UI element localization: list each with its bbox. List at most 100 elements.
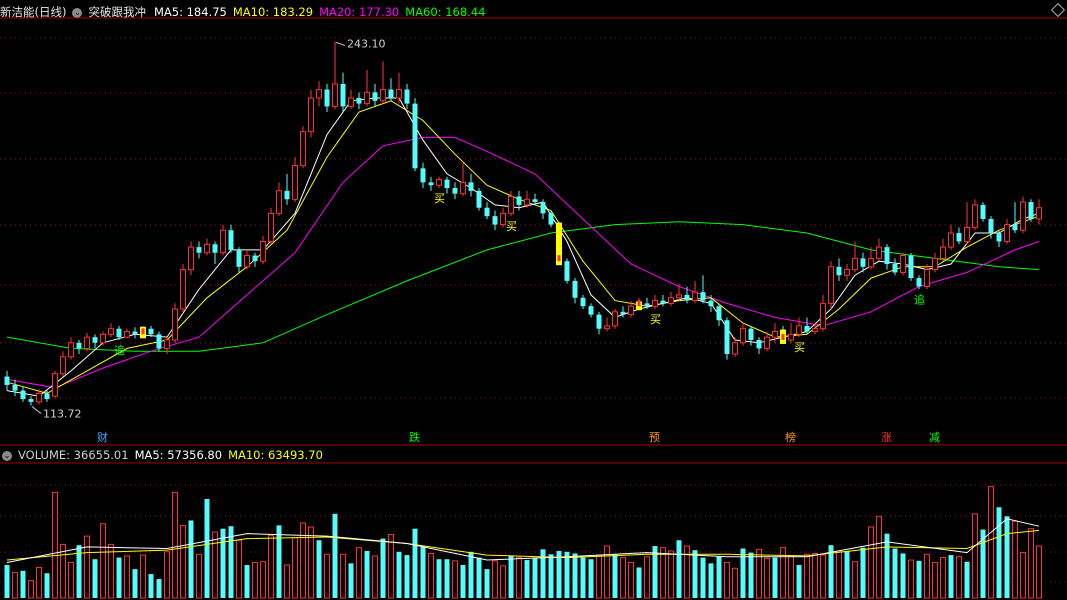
- candle: [276, 182, 282, 217]
- volume-bar: [52, 491, 58, 599]
- volume-bar: [764, 557, 770, 599]
- volume-bar: [516, 557, 522, 599]
- volume-bar: [116, 557, 122, 598]
- volume-bar: [980, 529, 986, 598]
- volume-bar: [92, 559, 98, 598]
- candle: [380, 61, 386, 104]
- candle: [52, 370, 58, 398]
- volume-bar: [444, 559, 450, 598]
- candle: [260, 235, 266, 264]
- candle: [884, 244, 890, 270]
- signal-annotation: 买: [650, 313, 661, 326]
- volume-bar: [996, 507, 1002, 598]
- volume-bar: [252, 562, 258, 599]
- candle: [620, 306, 626, 318]
- candle: [212, 241, 218, 264]
- volume-bar: [932, 562, 938, 599]
- candle: [316, 81, 322, 107]
- volume-bar: [468, 551, 474, 598]
- candle: [580, 294, 586, 310]
- candle: [788, 323, 794, 343]
- signal-dot: [141, 328, 145, 335]
- volume-bar: [188, 520, 194, 598]
- high-pointer: [335, 41, 346, 46]
- candle: [188, 241, 194, 276]
- candle: [1012, 202, 1018, 234]
- volume-bar: [676, 540, 682, 598]
- candle: [956, 227, 962, 245]
- volume-bar: [572, 553, 578, 598]
- candle: [540, 199, 546, 219]
- volume-bar: [588, 559, 594, 598]
- candle: [428, 176, 434, 191]
- low-pointer: [31, 406, 42, 414]
- candle: [12, 379, 18, 397]
- candle: [572, 278, 578, 304]
- volume-bar: [4, 565, 10, 598]
- candle: [972, 199, 978, 231]
- candle: [364, 69, 370, 107]
- candle: [332, 41, 338, 110]
- volume-bar: [644, 556, 650, 599]
- volume-bar: [124, 555, 130, 599]
- candle: [900, 252, 906, 276]
- volume-bar: [964, 561, 970, 598]
- volume-bar: [172, 491, 178, 599]
- signal-annotation: 买: [434, 192, 445, 205]
- volume-bar: [612, 554, 618, 598]
- volume-bar: [460, 565, 466, 598]
- candle: [460, 162, 466, 197]
- volume-bar: [580, 557, 586, 598]
- candle: [284, 173, 290, 205]
- volume-bar: [156, 579, 162, 598]
- candle: [244, 249, 250, 270]
- volume-bar: [924, 553, 930, 599]
- candle: [28, 396, 34, 406]
- volume-bar: [412, 528, 418, 598]
- kline-chart[interactable]: 243.10113.72追买买买买追财跌预榜涨减: [0, 0, 1067, 600]
- event-marker: 减: [929, 431, 940, 444]
- volume-bar: [12, 571, 18, 599]
- volume-bar: [748, 552, 754, 598]
- volume-bar: [196, 553, 202, 599]
- volume-bar: [212, 531, 218, 599]
- candle: [716, 303, 722, 326]
- volume-bar: [556, 550, 562, 598]
- volume-bar: [740, 548, 746, 598]
- candle: [796, 317, 802, 338]
- volume-bar: [988, 486, 994, 599]
- signal-annotation: 追: [914, 292, 925, 306]
- volume-bar: [636, 567, 642, 598]
- ma20-line: [6, 136, 1040, 389]
- volume-bar: [852, 561, 858, 599]
- candle: [660, 294, 666, 307]
- signal-annotation: 买: [794, 341, 805, 354]
- volume-bar: [340, 553, 346, 599]
- volume-bar: [700, 557, 706, 598]
- volume-bar: [484, 569, 490, 598]
- volume-bar: [68, 562, 74, 599]
- signal-dot: [557, 255, 561, 262]
- volume-bar: [164, 551, 170, 599]
- volume-bar: [324, 553, 330, 599]
- volume-bar: [236, 539, 242, 599]
- signal-dot: [781, 333, 785, 340]
- volume-bar: [148, 574, 154, 598]
- candle: [836, 258, 842, 281]
- event-marker: 财: [97, 430, 108, 444]
- volume-bar: [836, 550, 842, 599]
- volume-bar: [908, 559, 914, 599]
- volume-bar: [500, 565, 506, 599]
- volume-bar: [260, 561, 266, 599]
- candle: [652, 294, 658, 310]
- candle: [68, 337, 74, 360]
- volume-bar: [220, 528, 226, 598]
- volume-bar: [44, 573, 50, 598]
- candle: [524, 190, 530, 208]
- volume-bar: [1004, 516, 1010, 598]
- volume-bar: [428, 552, 434, 599]
- volume-ma10-line: [6, 529, 1040, 561]
- event-marker: 跌: [409, 430, 420, 444]
- candle: [4, 370, 10, 391]
- candle: [100, 331, 106, 346]
